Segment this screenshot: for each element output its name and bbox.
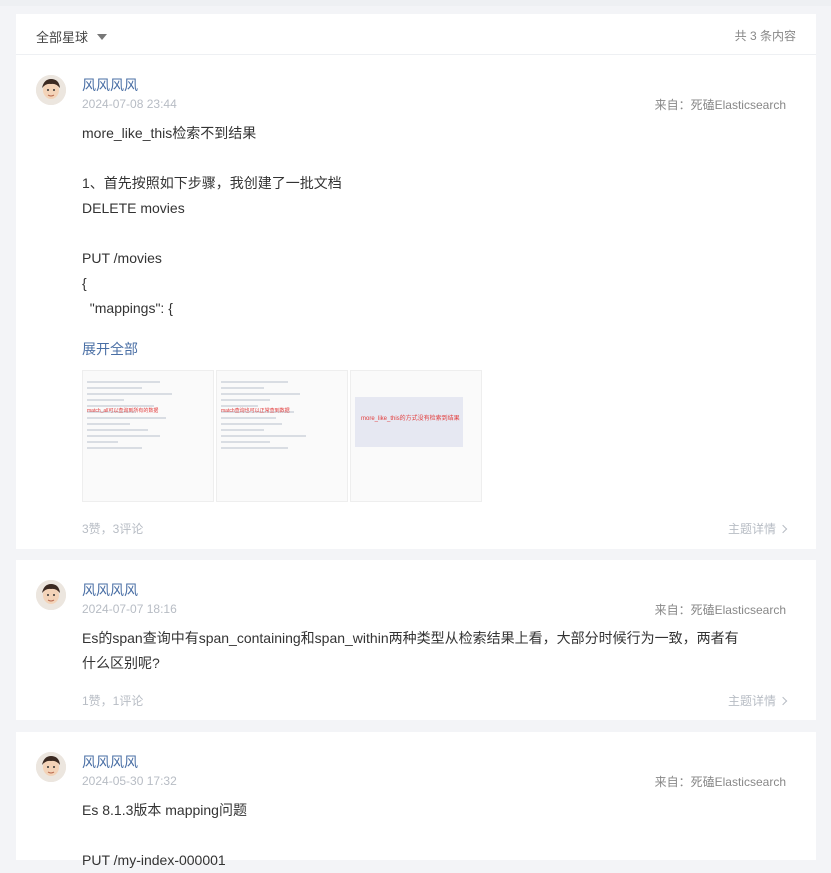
post-line — [82, 221, 792, 246]
avatar[interactable] — [36, 580, 66, 610]
post-date: 2024-07-08 23:44 — [82, 97, 177, 111]
image-gallery: match_all可以查询到所有的数据 match查询也可以正常查到数据 mor… — [82, 370, 482, 502]
post-image[interactable]: match查询也可以正常查到数据 — [216, 370, 348, 502]
post-line: Es 8.1.3版本 mapping问题 — [82, 802, 247, 818]
chevron-right-icon — [778, 696, 788, 706]
post-body: Es 8.1.3版本 mapping问题 PUT /my-index-00000… — [82, 798, 792, 873]
post-line: "mappings": { — [82, 300, 173, 316]
image-caption: match_all可以查询到所有的数据 — [87, 408, 159, 414]
image-caption: match查询也可以正常查到数据 — [221, 408, 290, 414]
filter-bar: 全部星球 共 3 条内容 — [16, 14, 816, 55]
post-date: 2024-07-07 18:16 — [82, 602, 177, 616]
post-line — [82, 823, 792, 848]
planet-filter-label: 全部星球 — [36, 30, 89, 45]
post-image[interactable]: more_like_this的方式没有检索到结果 — [350, 370, 482, 502]
post-line: { — [82, 275, 87, 291]
avatar[interactable] — [36, 752, 66, 782]
post-line — [82, 146, 792, 171]
topic-detail-label: 主题详情 — [727, 694, 776, 708]
top-strip — [0, 0, 831, 6]
post-card: 风风风风 2024-07-07 18:16 来自：死磕Elasticsearch… — [16, 560, 816, 720]
post-line: DELETE movies — [82, 200, 185, 216]
post-line: 1、首先按照如下步骤，我创建了一批文档 — [82, 175, 342, 191]
topic-detail-link[interactable]: 主题详情 — [727, 520, 788, 537]
content-count: 共 3 条内容 — [734, 29, 796, 43]
post-line: PUT /my-index-000001 — [82, 852, 226, 868]
post-author[interactable]: 风风风风 — [82, 75, 138, 95]
topic-detail-label: 主题详情 — [727, 522, 776, 536]
post-source[interactable]: 来自：死磕Elasticsearch — [655, 601, 786, 618]
post-source[interactable]: 来自：死磕Elasticsearch — [655, 96, 786, 113]
post-date: 2024-05-30 17:32 — [82, 774, 177, 788]
post-card: 风风风风 2024-07-08 23:44 来自：死磕Elasticsearch… — [16, 55, 816, 549]
avatar[interactable] — [36, 75, 66, 105]
chevron-right-icon — [778, 524, 788, 534]
post-line: 什么区别呢? — [82, 655, 160, 671]
image-panel — [355, 397, 463, 447]
post-body: more_like_this检索不到结果 1、首先按照如下步骤，我创建了一批文档… — [82, 121, 792, 321]
post-author[interactable]: 风风风风 — [82, 580, 138, 600]
post-line: Es的span查询中有span_containing和span_within两种… — [82, 630, 739, 646]
post-source[interactable]: 来自：死磕Elasticsearch — [655, 773, 786, 790]
post-author[interactable]: 风风风风 — [82, 752, 138, 772]
expand-all-link[interactable]: 展开全部 — [82, 339, 138, 359]
caret-down-icon — [97, 34, 108, 40]
post-body: Es的span查询中有span_containing和span_within两种… — [82, 626, 792, 676]
planet-filter-dropdown[interactable]: 全部星球 — [36, 27, 108, 46]
post-line: PUT /movies — [82, 250, 162, 266]
post-stats: 1赞，1评论 — [82, 694, 144, 708]
post-card: 风风风风 2024-05-30 17:32 来自：死磕Elasticsearch… — [16, 732, 816, 868]
post-image[interactable]: match_all可以查询到所有的数据 — [82, 370, 214, 502]
image-caption: more_like_this的方式没有检索到结果 — [361, 416, 460, 422]
topic-detail-link[interactable]: 主题详情 — [727, 692, 788, 709]
post-line: more_like_this检索不到结果 — [82, 125, 257, 141]
post-stats: 3赞，3评论 — [82, 522, 144, 536]
